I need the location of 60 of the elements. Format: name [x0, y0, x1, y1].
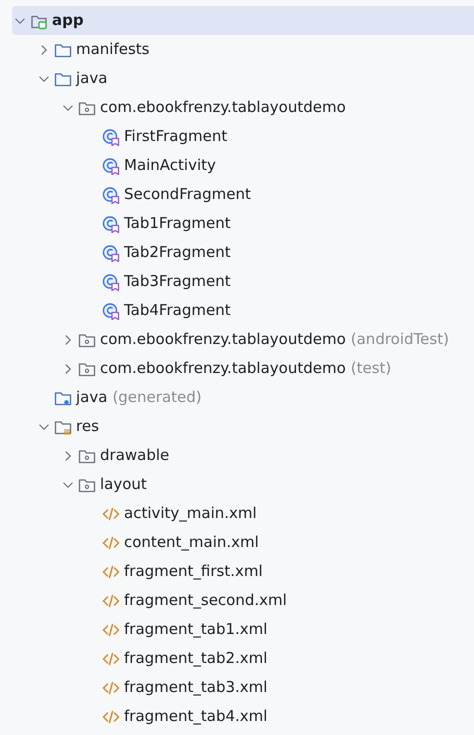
tree-row[interactable]: fragment_first.xml [12, 557, 474, 586]
item-label: content_main.xml [124, 532, 259, 554]
tree-row[interactable]: app [12, 6, 474, 35]
item-label: activity_main.xml [124, 503, 257, 524]
item-label: java [76, 68, 108, 90]
item-label: MainActivity [124, 155, 216, 176]
item-label: drawable [100, 445, 170, 466]
item-label: layout [100, 474, 147, 496]
item-label: fragment_tab4.xml [124, 706, 268, 728]
tree-row[interactable]: Tab2Fragment [12, 238, 474, 267]
item-label: Tab1Fragment [124, 213, 231, 234]
tree-row[interactable]: Tab1Fragment [12, 209, 474, 238]
item-label: com.ebookfrenzy.tablayoutdemo [100, 329, 346, 350]
item-label: fragment_second.xml [124, 590, 287, 612]
tree-row[interactable]: Tab4Fragment [12, 296, 474, 325]
tree-row[interactable]: manifests [12, 35, 474, 64]
tree-row[interactable]: fragment_tab3.xml [12, 673, 474, 702]
item-label: SecondFragment [124, 184, 251, 206]
tree-row[interactable]: content_main.xml [12, 528, 474, 557]
tree-row[interactable]: fragment_second.xml [12, 586, 474, 615]
tree-row[interactable]: FirstFragment [12, 122, 474, 151]
tree-row[interactable]: fragment_tab4.xml [12, 702, 474, 731]
tree-row[interactable]: java (generated) [12, 383, 474, 412]
item-label: FirstFragment [124, 126, 228, 148]
tree-row[interactable]: drawable [12, 441, 474, 470]
class-icon [102, 214, 120, 232]
class-icon [102, 186, 120, 204]
tree-row[interactable]: Tab3Fragment [12, 267, 474, 296]
tree-row[interactable]: MainActivity [12, 151, 474, 180]
class-icon [102, 156, 120, 174]
item-label: manifests [76, 39, 150, 60]
item-label: app [52, 10, 84, 32]
item-label: fragment_tab3.xml [124, 677, 268, 698]
item-suffix: (generated) [112, 387, 202, 408]
item-suffix: (androidTest) [350, 329, 449, 350]
item-label: com.ebookfrenzy.tablayoutdemo [100, 358, 346, 380]
item-suffix: (test) [350, 358, 392, 380]
item-label: Tab3Fragment [124, 271, 231, 292]
class-icon [102, 244, 120, 262]
tree-row[interactable]: java [12, 64, 474, 93]
class-icon [102, 302, 120, 320]
class-icon [102, 128, 120, 146]
item-label: fragment_tab2.xml [124, 648, 268, 670]
tree-row[interactable]: layout [12, 470, 474, 499]
item-label: com.ebookfrenzy.tablayoutdemo [100, 97, 346, 118]
item-label: java [76, 387, 108, 408]
item-label: fragment_tab1.xml [124, 619, 268, 640]
tree-row[interactable]: com.ebookfrenzy.tablayoutdemo [12, 93, 474, 122]
tree-row[interactable]: com.ebookfrenzy.tablayoutdemo (test) [12, 354, 474, 383]
item-label: fragment_first.xml [124, 561, 263, 582]
item-label: res [76, 416, 99, 438]
tree-row[interactable]: fragment_tab2.xml [12, 644, 474, 673]
item-label: Tab2Fragment [124, 242, 231, 264]
class-icon [102, 272, 120, 290]
tree-row[interactable]: activity_main.xml [12, 499, 474, 528]
tree-row[interactable]: SecondFragment [12, 180, 474, 209]
tree-row[interactable]: res [12, 412, 474, 441]
tree-row[interactable]: fragment_tab1.xml [12, 615, 474, 644]
item-label: Tab4Fragment [124, 300, 231, 322]
tree-row[interactable]: com.ebookfrenzy.tablayoutdemo (androidTest) [12, 325, 474, 354]
